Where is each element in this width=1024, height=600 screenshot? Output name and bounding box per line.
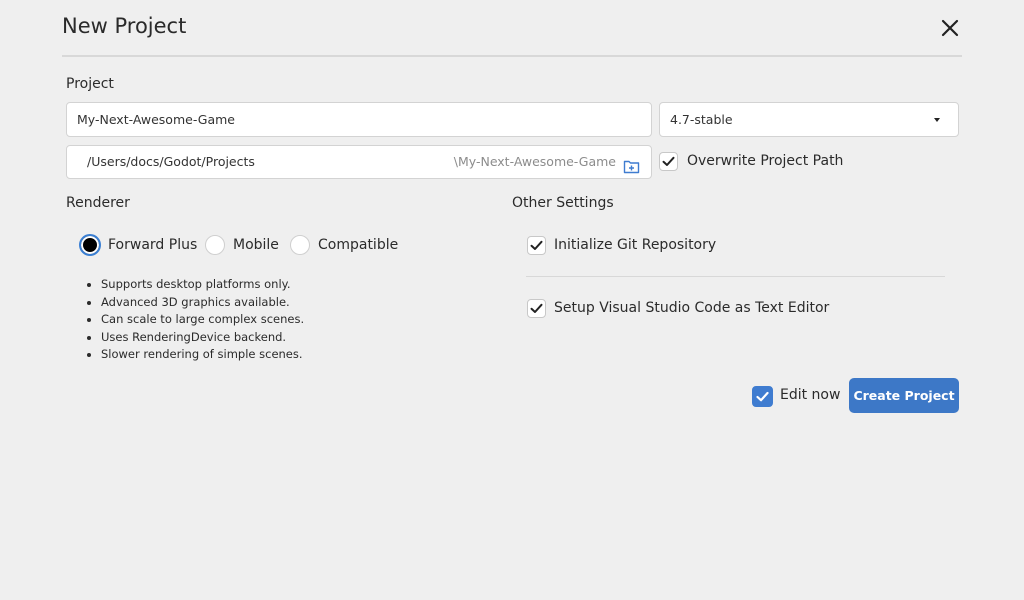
- git-checkbox[interactable]: [527, 236, 546, 255]
- vscode-checkbox[interactable]: [527, 299, 546, 318]
- renderer-section-label: Renderer: [66, 195, 130, 211]
- version-value: 4.7-stable: [670, 112, 733, 127]
- edit-now-label[interactable]: Edit now: [780, 387, 840, 403]
- renderer-option-mobile[interactable]: Mobile: [233, 237, 279, 253]
- project-section-label: Project: [66, 76, 114, 92]
- project-path-input[interactable]: /Users/docs/Godot/Projects \My-Next-Awes…: [66, 145, 652, 179]
- renderer-note: Advanced 3D graphics available.: [101, 294, 304, 312]
- overwrite-path-label[interactable]: Overwrite Project Path: [687, 153, 843, 169]
- header-divider: [62, 55, 962, 57]
- project-name-input[interactable]: My-Next-Awesome-Game: [66, 102, 652, 137]
- folder-plus-icon[interactable]: [623, 154, 640, 174]
- check-icon: [530, 303, 543, 313]
- check-icon: [662, 156, 675, 166]
- close-icon[interactable]: [938, 16, 962, 40]
- renderer-note: Can scale to large complex scenes.: [101, 311, 304, 329]
- project-path-suffix: \My-Next-Awesome-Game: [453, 154, 616, 169]
- renderer-note: Uses RenderingDevice backend.: [101, 329, 304, 347]
- settings-divider: [526, 276, 945, 277]
- renderer-note: Supports desktop platforms only.: [101, 276, 304, 294]
- radio-mobile[interactable]: [205, 235, 225, 255]
- renderer-notes: Supports desktop platforms only. Advance…: [82, 276, 304, 364]
- check-icon: [756, 391, 769, 402]
- git-label[interactable]: Initialize Git Repository: [554, 237, 716, 253]
- radio-compatible[interactable]: [290, 235, 310, 255]
- renderer-option-compatible[interactable]: Compatible: [318, 237, 398, 253]
- version-dropdown[interactable]: 4.7-stable: [659, 102, 959, 137]
- overwrite-path-checkbox[interactable]: [659, 152, 678, 171]
- renderer-option-forward-plus[interactable]: Forward Plus: [108, 237, 197, 253]
- project-path-value: /Users/docs/Godot/Projects: [87, 154, 255, 169]
- dialog-title: New Project: [62, 14, 187, 38]
- chevron-down-icon: [934, 118, 940, 122]
- renderer-note: Slower rendering of simple scenes.: [101, 346, 304, 364]
- radio-forward-plus[interactable]: [79, 234, 101, 256]
- create-project-button[interactable]: Create Project: [849, 378, 959, 413]
- project-name-value: My-Next-Awesome-Game: [77, 112, 235, 127]
- edit-now-checkbox[interactable]: [752, 386, 773, 407]
- vscode-label[interactable]: Setup Visual Studio Code as Text Editor: [554, 300, 829, 316]
- check-icon: [530, 240, 543, 250]
- other-settings-label: Other Settings: [512, 195, 614, 211]
